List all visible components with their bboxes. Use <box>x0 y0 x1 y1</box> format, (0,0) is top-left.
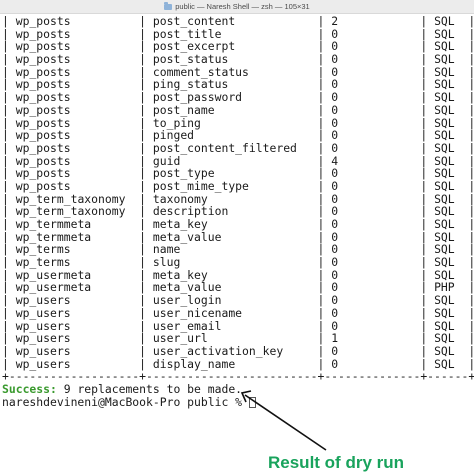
arrow-line <box>244 394 327 451</box>
annotation-arrow <box>240 390 327 451</box>
annotation-label: Result of dry run <box>268 453 405 472</box>
